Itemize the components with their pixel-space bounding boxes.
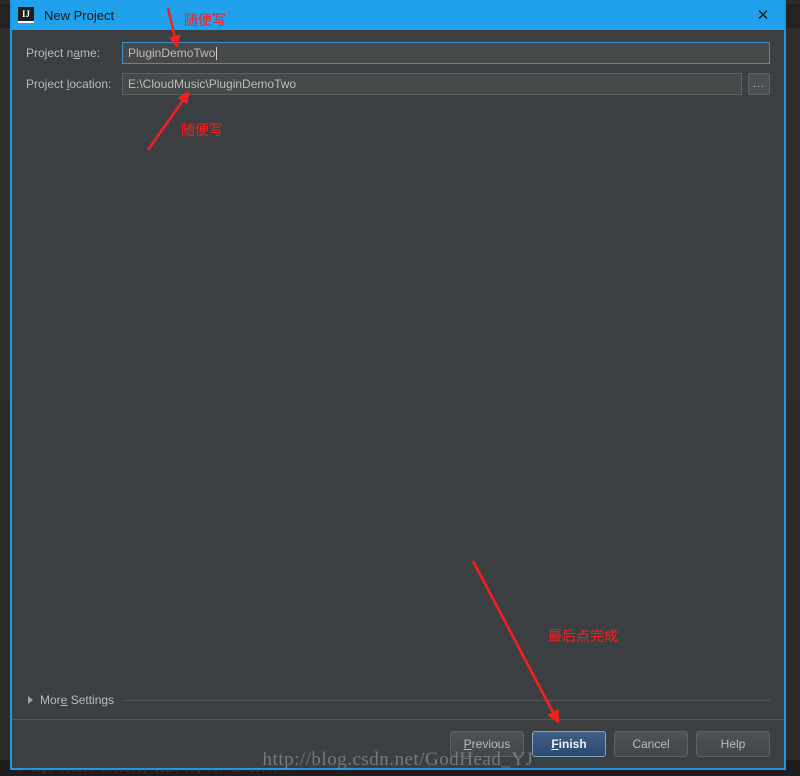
more-settings-label-after: Settings — [67, 693, 115, 707]
project-name-label-before: Project n — [26, 46, 74, 60]
project-name-label: Project name: — [26, 46, 122, 60]
cancel-button[interactable]: Cancel — [614, 731, 688, 757]
help-button-label: Help — [720, 737, 746, 751]
dialog-footer: Previous Finish Cancel Help http://blog.… — [12, 719, 784, 770]
project-location-input[interactable]: E:\CloudMusic\PluginDemoTwo — [122, 73, 742, 95]
project-location-label-after: ocation: — [69, 77, 112, 91]
previous-button[interactable]: Previous — [450, 731, 524, 757]
new-project-dialog: IJ New Project ✕ Project name: PluginDem… — [10, 0, 786, 770]
project-location-label-before: Project — [26, 77, 67, 91]
more-settings-divider — [124, 699, 770, 701]
cancel-button-label: Cancel — [632, 737, 670, 751]
project-name-label-after: me: — [80, 46, 101, 60]
previous-button-after: revious — [471, 737, 511, 751]
more-settings-label: More Settings — [40, 693, 114, 707]
text-caret — [216, 46, 218, 60]
previous-button-mnemonic: P — [463, 737, 472, 751]
project-location-row: Project location: E:\CloudMusic\PluginDe… — [26, 73, 770, 95]
finish-button-mnemonic: F — [551, 737, 559, 751]
project-name-input-value: PluginDemoTwo — [128, 46, 216, 60]
finish-button-after: inish — [558, 737, 587, 751]
help-button[interactable]: Help — [696, 731, 770, 757]
more-settings-expander[interactable]: More Settings — [28, 693, 770, 707]
finish-button[interactable]: Finish — [532, 731, 606, 757]
dialog-title: New Project — [44, 7, 115, 23]
more-settings-label-before: Mor — [40, 693, 61, 707]
intellij-idea-icon: IJ — [18, 7, 34, 23]
project-location-input-value: E:\CloudMusic\PluginDemoTwo — [128, 77, 297, 91]
close-icon[interactable]: ✕ — [750, 0, 776, 30]
dialog-titlebar[interactable]: IJ New Project ✕ — [12, 0, 784, 30]
project-name-row: Project name: PluginDemoTwo — [26, 42, 770, 64]
browse-button[interactable]: ... — [748, 73, 770, 95]
triangle-right-icon — [28, 696, 33, 704]
project-location-label: Project location: — [26, 77, 122, 91]
project-name-input[interactable]: PluginDemoTwo — [122, 42, 770, 64]
dialog-body: Project name: PluginDemoTwo Project loca… — [12, 30, 784, 719]
ellipsis-icon: ... — [752, 77, 766, 90]
